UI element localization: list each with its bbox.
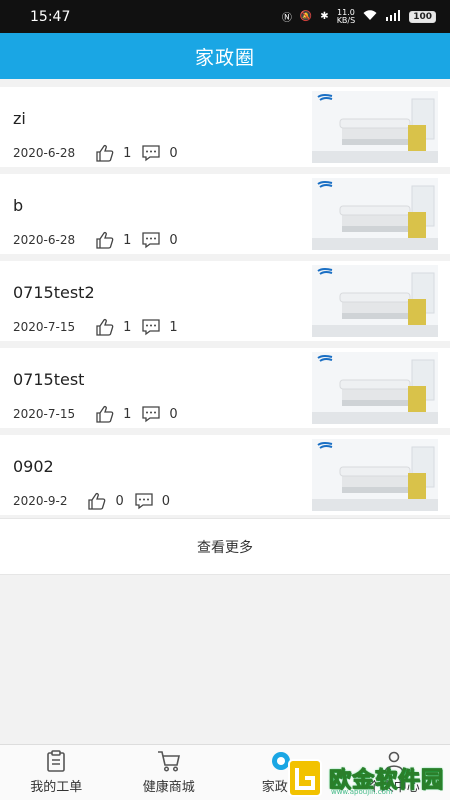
post-title: 0715test2 [13,283,95,302]
like-icon[interactable] [87,492,107,510]
net-speed-unit: KB/S [336,15,356,25]
post-title: 0715test [13,370,85,389]
tab-health-mall[interactable]: 健康商城 [113,745,226,800]
post-card[interactable]: b 2020-6-28 1 0 [0,174,450,254]
post-date: 2020-6-28 [13,233,76,247]
comment-icon[interactable] [134,492,154,510]
like-icon[interactable] [95,231,115,249]
comment-icon[interactable] [141,231,161,249]
status-icons: Ⓝ 🔕 ✱ 11.0 KB/S 100 [281,8,436,25]
like-icon[interactable] [95,405,115,423]
comment-count: 1 [169,319,178,335]
watermark: 欧金软件园 www.apoujin.com [287,758,444,798]
comment-icon[interactable] [141,144,161,162]
tab-label: 健康商城 [142,780,195,795]
bluetooth-icon: ✱ [320,11,329,22]
post-date: 2020-7-15 [13,407,76,421]
like-count: 1 [123,145,132,161]
nfc-icon: Ⓝ [281,13,292,24]
post-date: 2020-6-28 [13,146,76,160]
like-count: 0 [115,493,124,509]
like-count: 1 [123,406,132,422]
post-thumbnail [312,439,438,511]
page-title: 家政圈 [194,46,255,69]
post-date: 2020-9-2 [13,494,68,508]
status-bar: 15:47 Ⓝ 🔕 ✱ 11.0 KB/S 100 [0,0,450,33]
post-feed: zi 2020-6-28 1 0 b 2020-6-28 1 0 0715tes… [0,87,450,522]
post-meta: 2020-9-2 0 0 [13,492,180,510]
post-meta: 2020-6-28 1 0 [13,231,188,249]
app-header: 家政圈 [0,33,450,79]
post-thumbnail [312,265,438,337]
post-meta: 2020-7-15 1 0 [13,405,188,423]
like-icon[interactable] [95,318,115,336]
post-title: b [13,196,24,215]
post-card[interactable]: 0715test 2020-7-15 1 0 [0,348,450,428]
cart-icon [157,750,181,772]
post-thumbnail [312,178,438,250]
watermark-logo-icon [287,759,322,797]
comment-icon[interactable] [141,405,161,423]
load-more-button[interactable]: 查看更多 [0,518,450,575]
like-icon[interactable] [95,144,115,162]
comment-count: 0 [169,232,178,248]
post-thumbnail [312,352,438,424]
post-meta: 2020-7-15 1 1 [13,318,188,336]
mute-icon: 🔕 [299,11,313,22]
post-date: 2020-7-15 [13,320,76,334]
post-meta: 2020-6-28 1 0 [13,144,188,162]
comment-icon[interactable] [141,318,161,336]
watermark-url: www.apoujin.com [330,788,393,796]
network-speed: 11.0 KB/S [336,8,356,25]
post-card[interactable]: zi 2020-6-28 1 0 [0,87,450,167]
post-card[interactable]: 0715test2 2020-7-15 1 1 [0,261,450,341]
status-time: 15:47 [30,8,71,25]
post-card[interactable]: 0902 2020-9-2 0 0 [0,435,450,515]
post-title: 0902 [13,457,54,476]
load-more-label: 查看更多 [197,539,253,556]
signal-icon [385,9,401,24]
battery-icon: 100 [409,10,436,23]
clipboard-icon [46,750,66,772]
like-count: 1 [123,232,132,248]
comment-count: 0 [169,406,178,422]
wifi-icon [363,9,377,24]
tab-label: 我的工单 [30,780,83,795]
like-count: 1 [123,319,132,335]
comment-count: 0 [169,145,178,161]
post-thumbnail [312,91,438,163]
comment-count: 0 [161,493,171,509]
tab-my-orders[interactable]: 我的工单 [0,745,113,800]
post-title: zi [13,109,26,128]
